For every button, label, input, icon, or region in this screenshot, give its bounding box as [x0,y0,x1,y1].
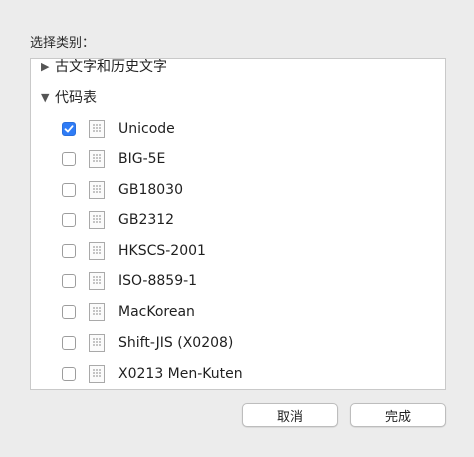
checkbox-hkscs[interactable] [62,244,76,258]
group-historical-scripts[interactable]: ▶ 古文字和历史文字 [41,59,167,76]
checkbox-big5e[interactable] [62,152,76,166]
checkbox-shift-jis[interactable] [62,336,76,350]
checkbox-iso-8859-1[interactable] [62,274,76,288]
group-code-tables[interactable]: ▼ 代码表 [41,87,97,107]
cancel-button[interactable]: 取消 [242,403,338,427]
disclosure-right-icon[interactable]: ▶ [41,60,55,73]
checkbox-gb18030[interactable] [62,183,76,197]
category-list[interactable]: ▶ 古文字和历史文字 ▼ 代码表 Unicode BIG-5E GB18030 … [30,58,446,390]
item-label: ISO-8859-1 [118,273,198,289]
item-label: MacKorean [118,304,195,320]
checkbox-x0213[interactable] [62,367,76,381]
character-table-icon [89,150,105,168]
item-label: HKSCS-2001 [118,243,206,259]
character-table-icon [89,120,105,138]
list-item[interactable]: GB18030 [62,179,183,201]
list-item[interactable]: Shift-JIS (X0208) [62,332,233,354]
checkbox-unicode[interactable] [62,122,76,136]
done-button[interactable]: 完成 [350,403,446,427]
disclosure-down-icon[interactable]: ▼ [41,91,55,104]
group-label: 代码表 [55,90,97,106]
list-item[interactable]: BIG-5E [62,148,165,170]
list-item[interactable]: HKSCS-2001 [62,240,206,262]
checkbox-mackorean[interactable] [62,305,76,319]
list-item[interactable]: GB2312 [62,209,174,231]
character-table-icon [89,272,105,290]
character-table-icon [89,242,105,260]
checkmark-icon [64,125,74,133]
item-label: Unicode [118,121,175,137]
item-label: BIG-5E [118,151,166,167]
list-item[interactable]: ISO-8859-1 [62,270,197,292]
item-label: GB2312 [118,212,175,228]
character-table-icon [89,334,105,352]
item-label: Shift-JIS (X0208) [118,335,234,351]
character-table-icon [89,303,105,321]
checkbox-gb2312[interactable] [62,213,76,227]
category-dialog: 选择类别： ▶ 古文字和历史文字 ▼ 代码表 Unicode BIG-5E GB… [0,0,474,457]
list-item[interactable]: MacKorean [62,301,195,323]
prompt-label: 选择类别： [30,36,96,51]
group-label: 古文字和历史文字 [55,59,167,75]
character-table-icon [89,211,105,229]
item-label: X0213 Men-Kuten [118,366,243,382]
list-item[interactable]: X0213 Men-Kuten [62,363,243,385]
list-item[interactable]: Unicode [62,118,175,140]
character-table-icon [89,365,105,383]
character-table-icon [89,181,105,199]
item-label: GB18030 [118,182,183,198]
